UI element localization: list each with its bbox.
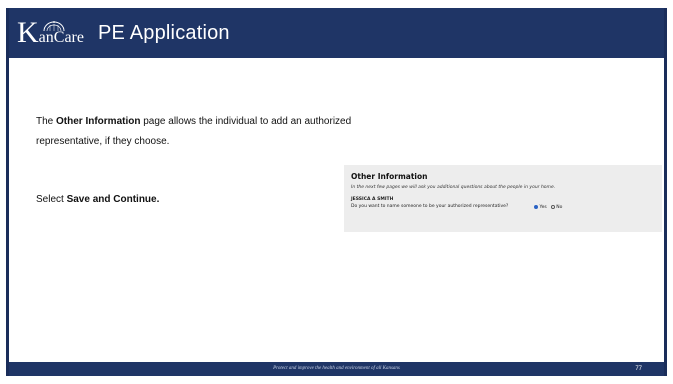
slide-header: K anCare PE Application — [9, 8, 664, 58]
slide: K anCare PE Application The Other Inform… — [6, 8, 667, 376]
capitol-dome-icon — [43, 21, 65, 31]
radio-yes-label: Yes — [539, 204, 547, 210]
radio-unselected-icon[interactable] — [550, 205, 555, 209]
radio-selected-icon[interactable] — [534, 205, 538, 209]
instruction-text: Select Save and Continue. — [36, 194, 159, 205]
question-row: Do you want to name someone to be your a… — [351, 204, 662, 210]
kancare-logo: K anCare — [17, 18, 84, 48]
logo-letter-k: K — [17, 16, 39, 49]
panel-intro: In the next few pages we will ask you ad… — [351, 185, 556, 190]
radio-no-label: No — [556, 204, 563, 210]
radio-no[interactable]: No — [550, 204, 563, 210]
other-information-panel: Other Information In the next few pages … — [344, 165, 662, 232]
radio-yes[interactable]: Yes — [534, 205, 547, 210]
radio-group: Yes No — [534, 204, 566, 210]
page-number: 77 — [635, 366, 642, 372]
instruction-before: Select — [36, 194, 67, 205]
logo-text: anCare — [38, 29, 84, 46]
logo-wordmark: anCare — [38, 21, 84, 46]
description-bold: Other Information — [56, 116, 141, 127]
slide-footer: Protect and improve the health and envir… — [9, 362, 664, 376]
description-text: The Other Information page allows the in… — [36, 112, 366, 152]
authorized-rep-question: Do you want to name someone to be your a… — [351, 204, 509, 209]
panel-title: Other Information — [351, 172, 428, 181]
header-divider — [9, 58, 664, 60]
person-name: JESSICA A SMITH — [351, 197, 394, 202]
footer-tagline: Protect and improve the health and envir… — [273, 366, 400, 371]
description-before: The — [36, 116, 57, 127]
instruction-bold: Save and Continue. — [66, 194, 160, 205]
page-title: PE Application — [97, 21, 230, 44]
